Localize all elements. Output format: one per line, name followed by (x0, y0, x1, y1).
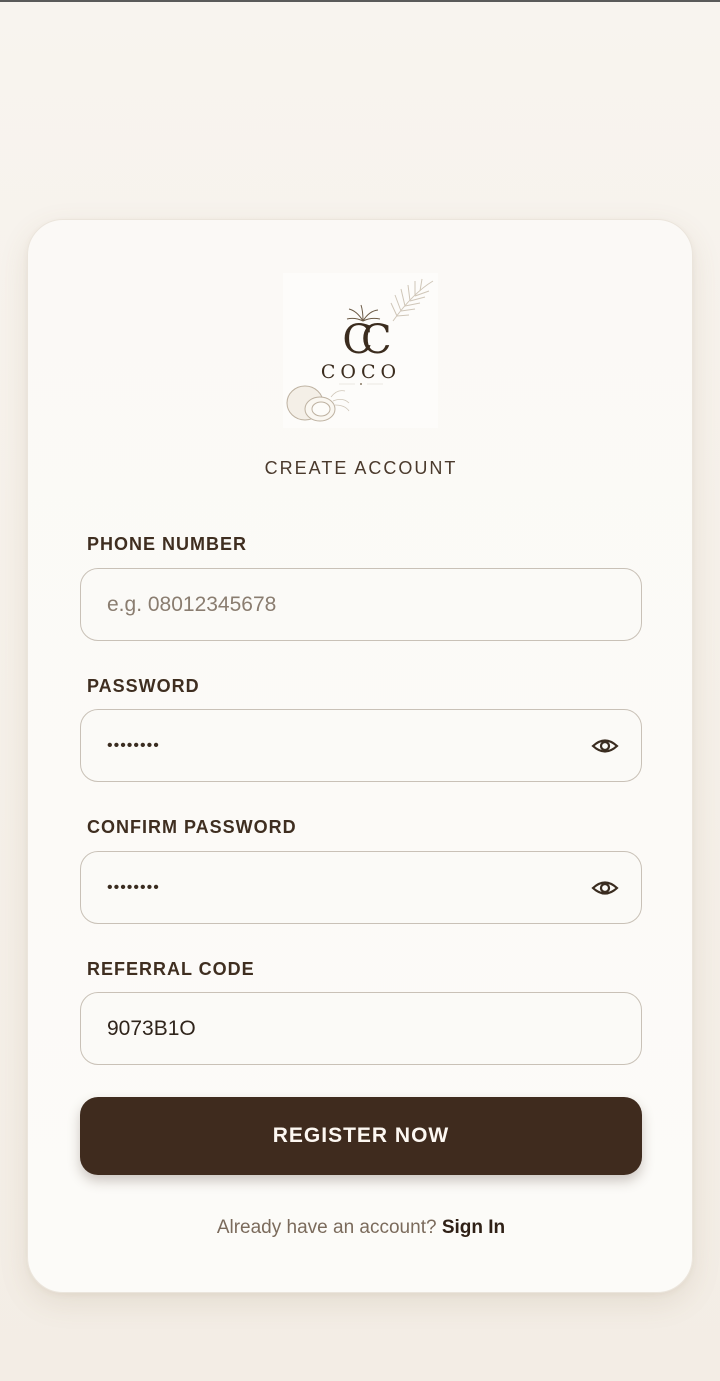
referral-value: 9073B1O (107, 1016, 196, 1040)
svg-text:COCO: COCO (321, 361, 401, 383)
coconut-logo-icon: CC COCO (286, 278, 434, 422)
svg-text:CC: CC (342, 317, 390, 363)
referral-label: REFERRAL CODE (87, 959, 255, 979)
signin-prompt: Already have an account? Sign In (28, 1217, 694, 1239)
brand-logo: CC COCO (283, 273, 438, 428)
confirm-password-value: •••••••• (107, 878, 160, 896)
phone-placeholder: e.g. 08012345678 (107, 592, 277, 616)
register-card: CC COCO CREATE ACCOUNT PHONE NUMBER e.g.… (27, 219, 693, 1293)
password-input[interactable]: •••••••• (80, 709, 642, 782)
password-label: PASSWORD (87, 676, 200, 696)
signin-link[interactable]: Sign In (442, 1217, 505, 1238)
confirm-password-input[interactable]: •••••••• (80, 851, 642, 924)
phone-label: PHONE NUMBER (87, 534, 248, 554)
page-title: CREATE ACCOUNT (264, 458, 458, 478)
top-border (0, 0, 720, 2)
phone-input[interactable]: e.g. 08012345678 (80, 568, 642, 641)
confirm-password-label: CONFIRM PASSWORD (87, 817, 297, 837)
password-value: •••••••• (107, 736, 160, 754)
referral-input[interactable]: 9073B1O (80, 992, 642, 1065)
eye-icon[interactable] (591, 734, 619, 758)
signin-prompt-text: Already have an account? (216, 1217, 437, 1238)
register-button[interactable]: REGISTER NOW (80, 1097, 642, 1175)
eye-icon[interactable] (591, 876, 619, 900)
